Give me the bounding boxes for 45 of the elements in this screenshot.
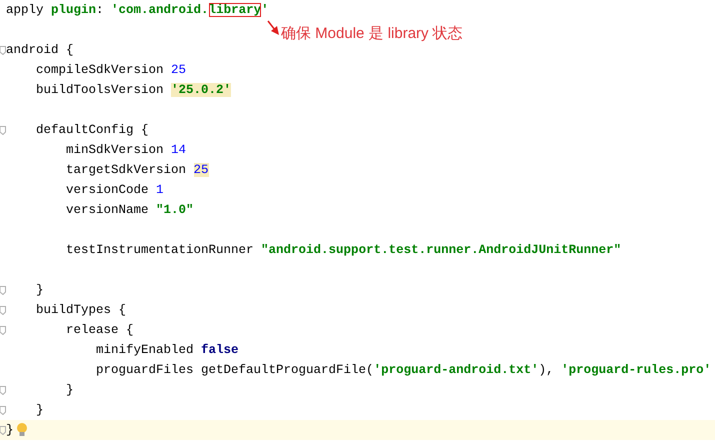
lightbulb-icon[interactable] — [16, 422, 28, 438]
fold-marker-icon[interactable] — [0, 426, 6, 434]
code-token: false — [201, 343, 239, 357]
code-token: proguardFiles getDefaultProguardFile( — [95, 363, 374, 377]
code-token: "1.0" — [156, 203, 194, 217]
fold-marker-icon[interactable] — [0, 126, 6, 134]
code-token: } — [65, 383, 74, 397]
code-token: '25.0.2' — [171, 83, 232, 97]
fold-marker-icon[interactable] — [0, 326, 6, 334]
code-token: : — [96, 3, 105, 17]
code-token: 'proguard-rules.pro' — [561, 363, 712, 377]
code-token: } — [35, 403, 44, 417]
code-token: 'proguard-android.txt' — [374, 363, 539, 377]
fold-marker-icon[interactable] — [0, 46, 6, 54]
code-token: compileSdkVersion — [35, 63, 165, 77]
code-token: 25 — [171, 63, 186, 77]
code-token: buildToolsVersion — [35, 83, 165, 97]
code-token: targetSdkVersion — [65, 163, 188, 177]
code-token: release { — [65, 323, 134, 337]
code-token: 'com.android. — [111, 3, 209, 17]
code-token: plugin — [51, 3, 96, 17]
code-token: versionCode — [65, 183, 150, 197]
code-token: } — [35, 283, 44, 297]
fold-marker-icon[interactable] — [0, 306, 6, 314]
code-token: "android.support.test.runner.AndroidJUnitRunner" — [261, 243, 622, 257]
fold-marker-icon[interactable] — [0, 386, 6, 394]
fold-marker-icon[interactable] — [0, 286, 6, 294]
code-token: defaultConfig { — [35, 123, 149, 137]
code-token: testInstrumentationRunner — [65, 243, 255, 257]
arrow-icon — [266, 20, 280, 36]
boxed-code-token: library — [208, 3, 262, 17]
code-token: minifyEnabled — [95, 343, 195, 357]
code-token: 1 — [156, 183, 164, 197]
code-token: ), — [538, 363, 555, 377]
code-token: android { — [6, 43, 74, 57]
code-token: 25 — [194, 163, 209, 177]
fold-marker-icon[interactable] — [0, 406, 6, 414]
code-token: buildTypes { — [35, 303, 126, 317]
code-token: 14 — [171, 143, 186, 157]
code-token: apply — [6, 3, 45, 17]
code-token: ' — [261, 3, 269, 17]
annotation-text: 确保 Module 是 library 状态 — [281, 24, 463, 44]
code-token: } — [6, 423, 14, 437]
code-token: versionName — [65, 203, 150, 217]
code-token: minSdkVersion — [65, 143, 165, 157]
